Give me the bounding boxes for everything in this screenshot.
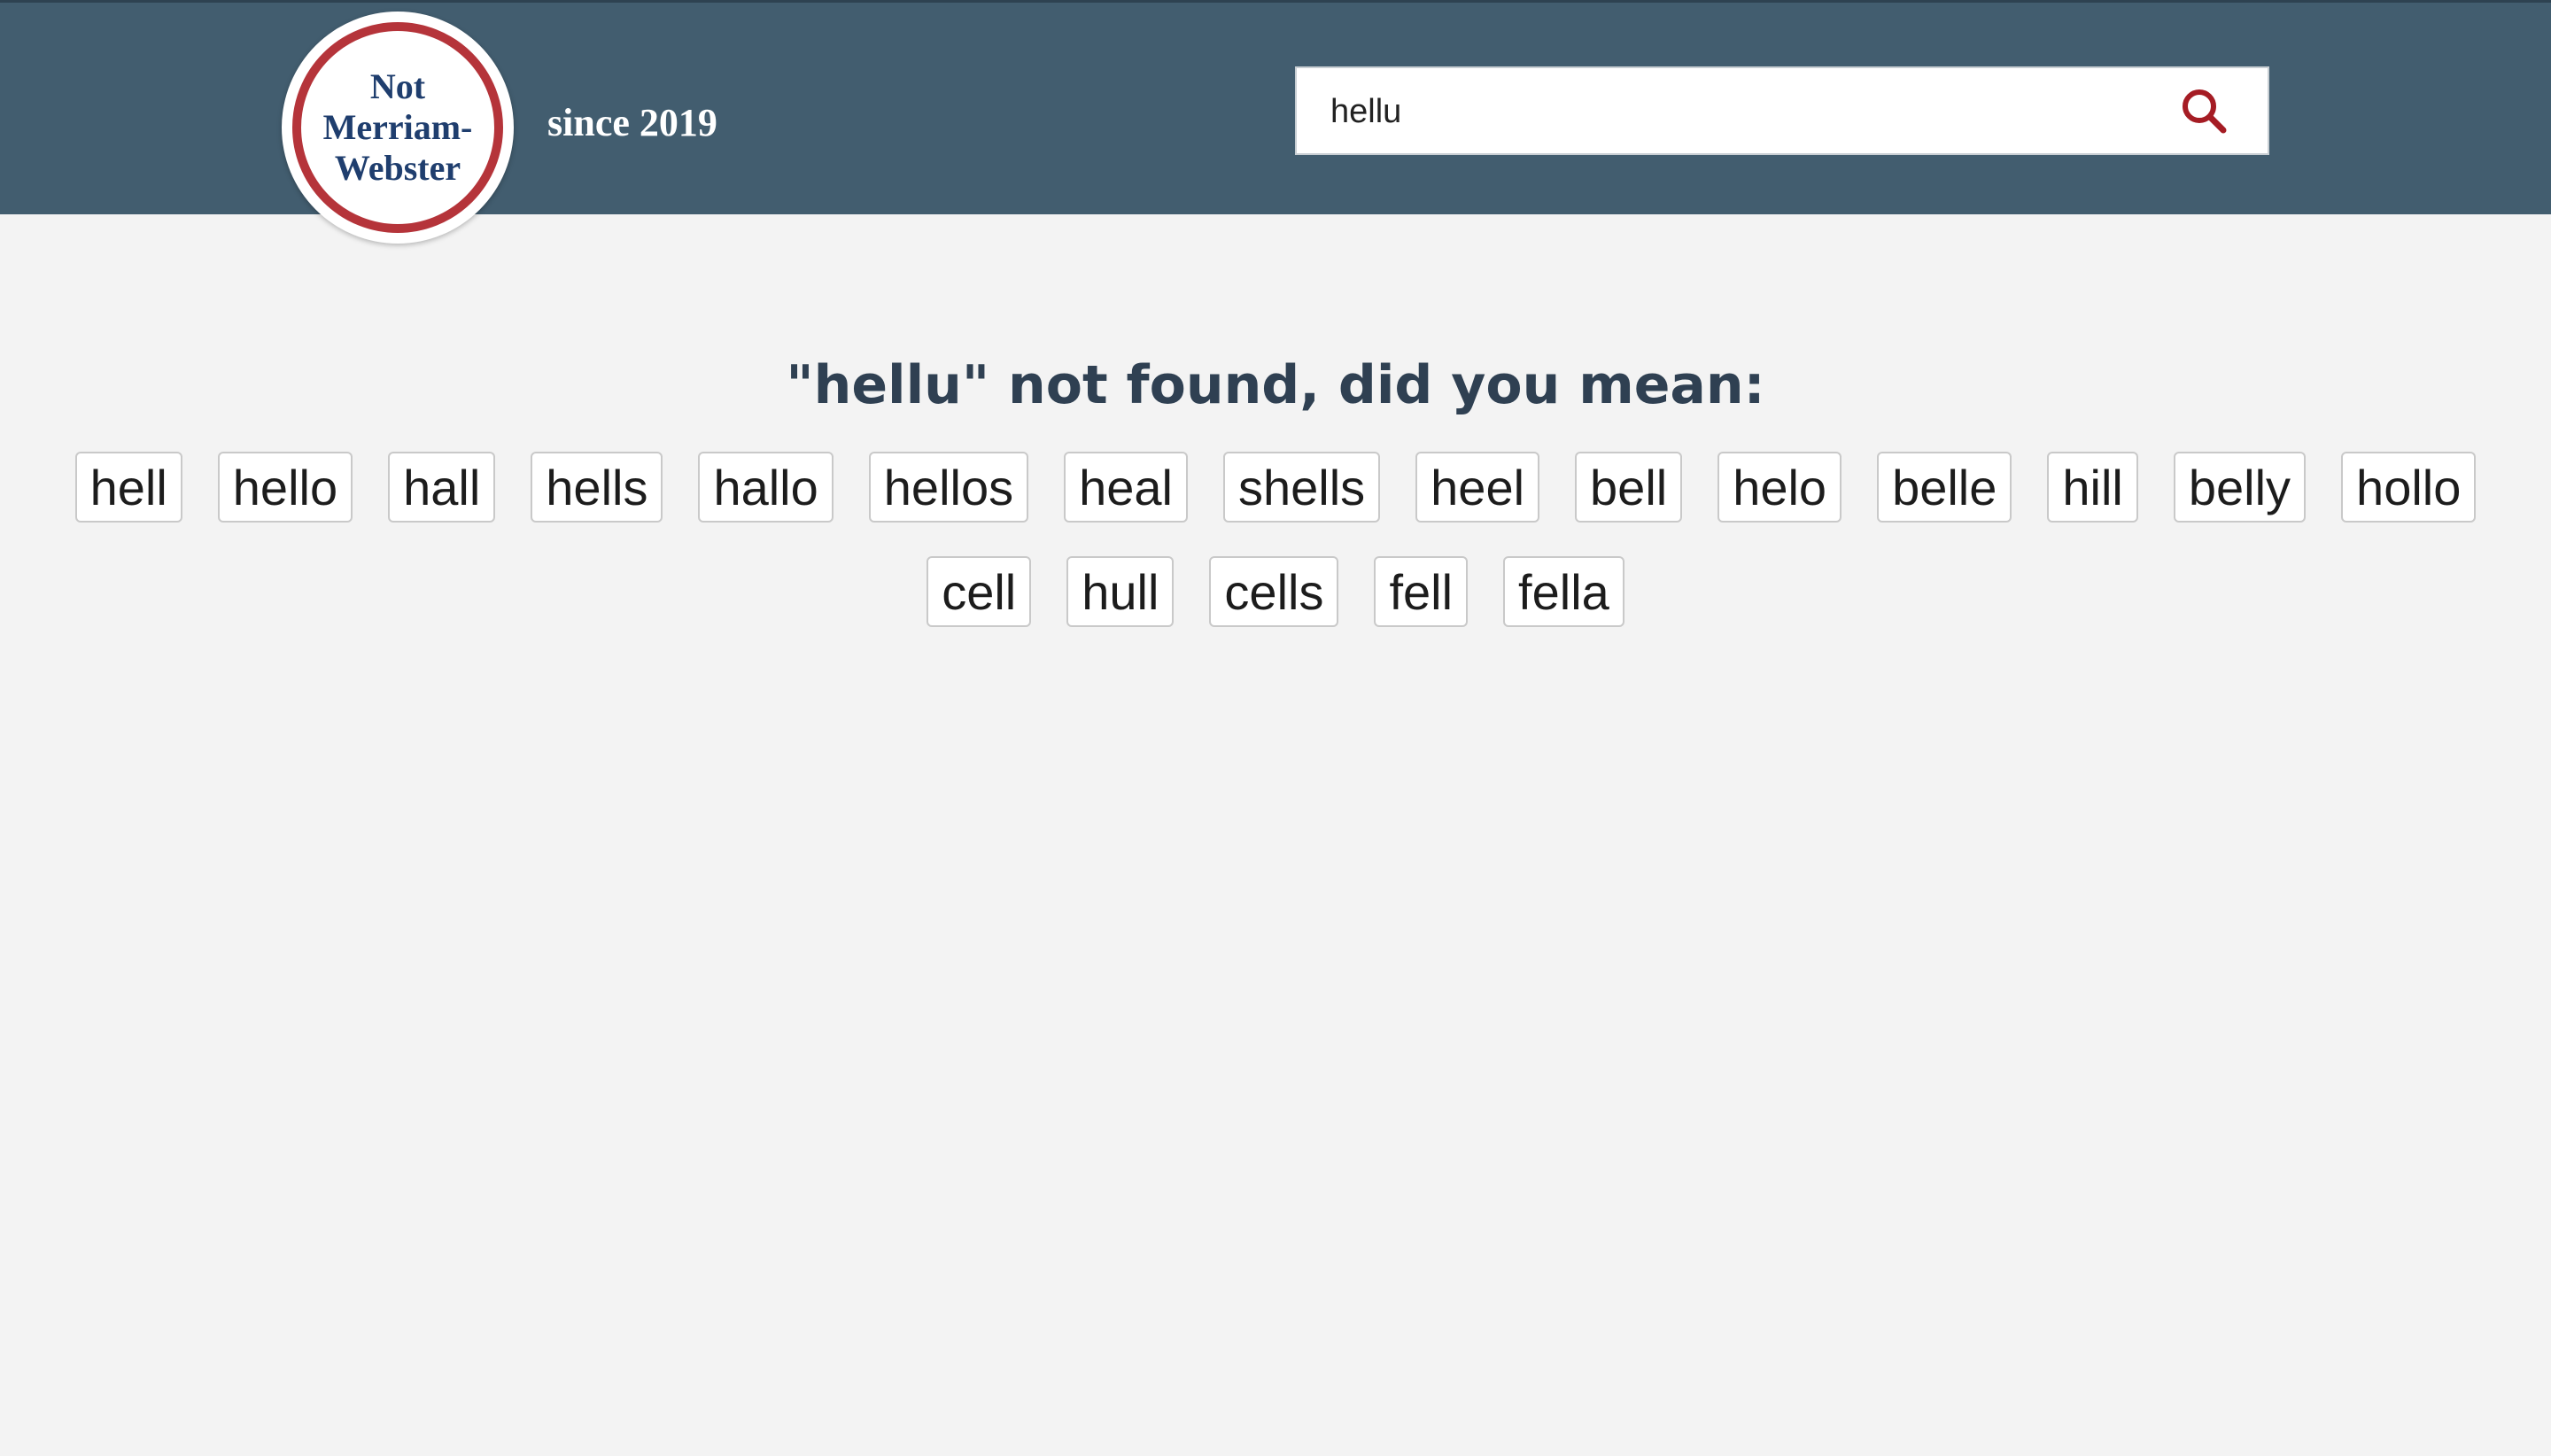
suggestion-hello[interactable]: hello (217, 452, 353, 523)
not-found-message: "hellu" not found, did you mean: (786, 354, 1765, 416)
suggestion-hellos[interactable]: hellos (868, 452, 1029, 523)
logo-text: Not Merriam- Webster (323, 66, 473, 189)
suggestion-fell[interactable]: fell (1374, 556, 1469, 627)
suggestion-helo[interactable]: helo (1717, 452, 1842, 523)
suggestion-hollo[interactable]: hollo (2341, 452, 2477, 523)
suggestion-hill[interactable]: hill (2047, 452, 2138, 523)
suggestion-hull[interactable]: hull (1066, 556, 1175, 627)
site-header: Not Merriam- Webster since 2019 (0, 0, 2551, 244)
suggestion-cell[interactable]: cell (927, 556, 1032, 627)
search-input[interactable] (1330, 81, 2128, 143)
search-bar (1295, 66, 2269, 155)
suggestion-hell[interactable]: hell (74, 452, 182, 523)
suggestion-hells[interactable]: hells (531, 452, 663, 523)
suggestion-belle[interactable]: belle (1877, 452, 2012, 523)
logo-line: Merriam- (322, 107, 473, 147)
logo-ring: Not Merriam- Webster (292, 22, 503, 233)
suggestion-hall[interactable]: hall (388, 452, 496, 523)
logo-line: Webster (334, 148, 461, 188)
search-icon (2183, 89, 2227, 134)
suggestion-heel[interactable]: heel (1415, 452, 1540, 523)
suggestion-hallo[interactable]: hallo (698, 452, 834, 523)
suggestion-heal[interactable]: heal (1064, 452, 1188, 523)
suggestion-cells[interactable]: cells (1209, 556, 1339, 627)
suggestion-list: hell hello hall hells hallo hellos heal shells h… (35, 452, 2516, 627)
site-tagline: since 2019 (547, 101, 717, 144)
suggestion-belly[interactable]: belly (2173, 452, 2307, 523)
site-logo[interactable]: Not Merriam- Webster (282, 12, 514, 244)
suggestion-bell[interactable]: bell (1575, 452, 1683, 523)
suggestion-shells[interactable]: shells (1222, 452, 1381, 523)
suggestion-fella[interactable]: fella (1503, 556, 1624, 627)
search-button[interactable] (2174, 81, 2234, 141)
logo-line: Not (369, 66, 426, 106)
